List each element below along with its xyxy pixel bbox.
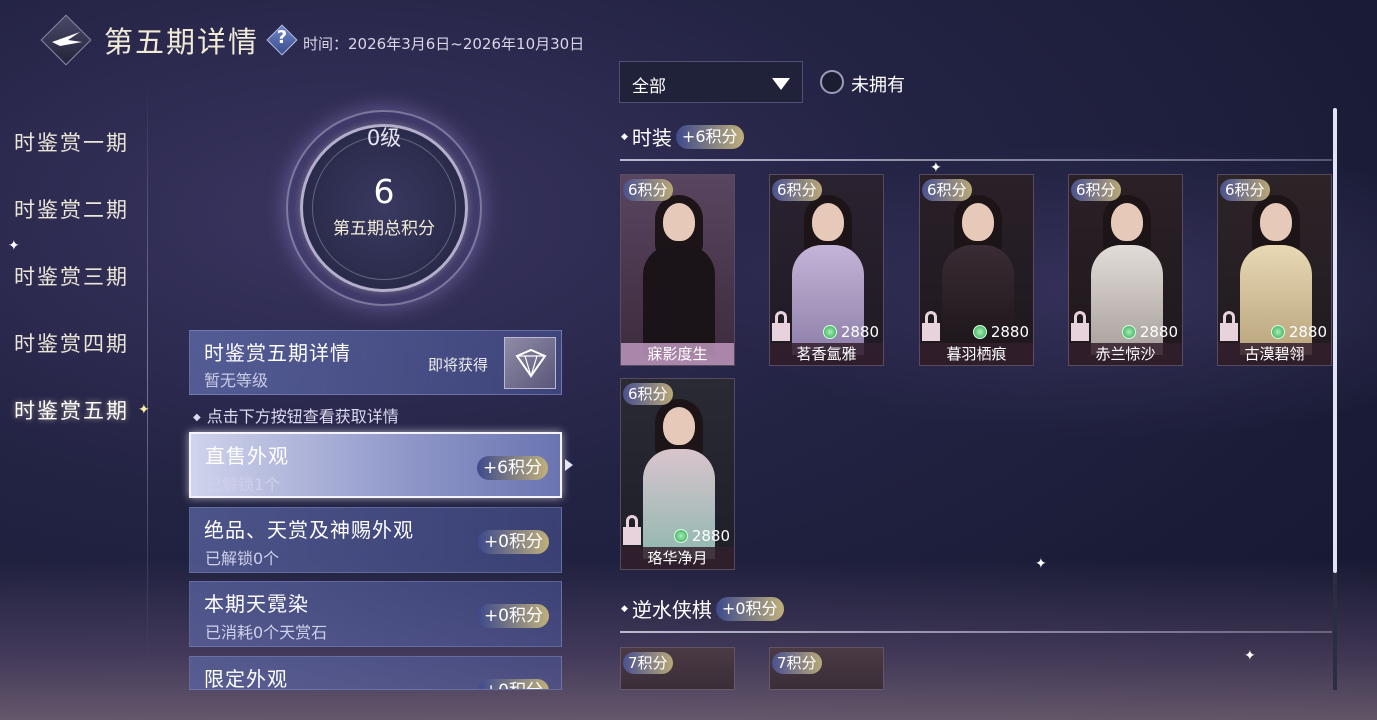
lock-icon bbox=[922, 311, 940, 341]
reward-badge[interactable] bbox=[504, 337, 556, 389]
chess-card[interactable]: 7积分 bbox=[769, 647, 884, 690]
card-points: 6积分 bbox=[922, 179, 972, 201]
jade-coin-icon bbox=[972, 325, 987, 339]
chess-card[interactable]: 7积分 bbox=[620, 647, 735, 690]
card-price: 2880 bbox=[1121, 323, 1178, 341]
scrollbar-thumb[interactable] bbox=[1333, 108, 1337, 573]
upcoming-reward-label: 即将获得 bbox=[428, 356, 489, 374]
card-points: 6积分 bbox=[623, 179, 673, 201]
category-name: 本期天霓染 bbox=[204, 592, 309, 616]
lock-icon bbox=[1071, 311, 1089, 341]
chevron-down-icon bbox=[772, 78, 790, 90]
card-points: 7积分 bbox=[772, 652, 822, 674]
card-points: 6积分 bbox=[772, 179, 822, 201]
section-divider bbox=[620, 631, 1332, 633]
period-detail-card[interactable]: 时鉴赏五期详情 暂无等级 即将获得 bbox=[189, 330, 562, 395]
level-text: 0级 bbox=[366, 126, 402, 150]
section-points: +6积分 bbox=[675, 124, 744, 149]
sparkle-icon: ✦ bbox=[8, 238, 20, 254]
filter-dropdown[interactable]: 全部 bbox=[619, 61, 803, 103]
card-points: 7积分 bbox=[623, 652, 673, 674]
wing-logo-icon bbox=[52, 32, 82, 46]
period-item-1[interactable]: 时鉴赏一期 bbox=[0, 110, 148, 177]
card-name: 赤兰惊沙 bbox=[1069, 343, 1182, 365]
lock-icon bbox=[772, 311, 790, 341]
category-name: 绝品、天赏及神赐外观 bbox=[204, 518, 414, 542]
category-name: 限定外观 bbox=[204, 667, 288, 690]
card-name: 茗香氲雅 bbox=[770, 343, 883, 365]
category-points: +0积分 bbox=[477, 530, 549, 554]
page-title: 第五期详情 bbox=[104, 25, 260, 59]
category-direct-sale[interactable]: 直售外观 已解锁1个 +6积分 bbox=[189, 432, 562, 498]
outfit-card[interactable]: 6积分 2880 古漠碧翎 bbox=[1217, 174, 1332, 366]
card-points: 6积分 bbox=[1071, 179, 1121, 201]
outfit-card[interactable]: 6积分 2880 赤兰惊沙 bbox=[1068, 174, 1183, 366]
section-divider bbox=[620, 159, 1332, 161]
unowned-label: 未拥有 bbox=[851, 75, 905, 96]
category-limited[interactable]: 限定外观 +0积分 bbox=[189, 656, 562, 690]
section-points: +0积分 bbox=[715, 596, 784, 621]
card-name: 珞华净月 bbox=[621, 547, 734, 569]
outfit-card[interactable]: 6积分 2880 暮羽栖痕 bbox=[919, 174, 1034, 366]
category-dye[interactable]: 本期天霓染 已消耗0个天赏石 +0积分 bbox=[189, 581, 562, 647]
help-button[interactable]: ? bbox=[266, 24, 298, 56]
card-price: 2880 bbox=[822, 323, 879, 341]
category-name: 直售外观 bbox=[205, 444, 289, 468]
gem-icon bbox=[515, 348, 547, 378]
sparkle-icon: ✦ bbox=[1035, 556, 1047, 572]
sparkle-icon: ✦ bbox=[138, 402, 150, 418]
lock-icon bbox=[1220, 311, 1238, 341]
card-name: 古漠碧翎 bbox=[1218, 343, 1331, 365]
total-score-label: 第五期总积分 bbox=[333, 219, 435, 239]
section-name: 时装 bbox=[631, 126, 672, 150]
jade-coin-icon bbox=[1270, 325, 1285, 339]
card-name: 寐影度生 bbox=[621, 343, 734, 365]
section-title-fashion: 时装 +6积分 bbox=[621, 122, 744, 151]
category-points: +0积分 bbox=[477, 604, 549, 628]
detail-level: 暂无等级 bbox=[204, 371, 269, 390]
period-item-2[interactable]: 时鉴赏二期 bbox=[0, 177, 148, 244]
category-status: 已消耗0个天赏石 bbox=[205, 623, 328, 642]
period-item-4[interactable]: 时鉴赏四期 bbox=[0, 311, 148, 378]
period-list: 时鉴赏一期 时鉴赏二期 时鉴赏三期 时鉴赏四期 时鉴赏五期 bbox=[0, 110, 148, 445]
category-points: +6积分 bbox=[476, 456, 548, 480]
jade-coin-icon bbox=[1121, 325, 1136, 339]
detail-title: 时鉴赏五期详情 bbox=[204, 341, 351, 365]
card-price: 2880 bbox=[673, 527, 730, 545]
selected-arrow-icon bbox=[565, 459, 573, 471]
card-points: 6积分 bbox=[623, 383, 673, 405]
category-status: 已解锁0个 bbox=[205, 549, 280, 568]
section-name: 逆水侠棋 bbox=[631, 598, 712, 622]
card-price: 2880 bbox=[972, 323, 1029, 341]
outfit-card[interactable]: 6积分 2880 茗香氲雅 bbox=[769, 174, 884, 366]
period-item-3[interactable]: 时鉴赏三期 bbox=[0, 244, 148, 311]
sparkle-icon: ✦ bbox=[1244, 648, 1256, 664]
period-date: 时间：2026年3月6日~2026年10月30日 bbox=[303, 34, 585, 53]
total-score: 6 bbox=[373, 172, 395, 211]
card-name: 暮羽栖痕 bbox=[920, 343, 1033, 365]
filter-value: 全部 bbox=[632, 77, 666, 97]
back-logo-button[interactable] bbox=[40, 14, 92, 66]
card-price: 2880 bbox=[1270, 323, 1327, 341]
hint-text: 点击下方按钮查看获取详情 bbox=[193, 403, 399, 427]
card-points: 6积分 bbox=[1220, 179, 1270, 201]
question-icon: ? bbox=[276, 27, 288, 48]
outfit-card[interactable]: 6积分 寐影度生 bbox=[620, 174, 735, 366]
jade-coin-icon bbox=[822, 325, 837, 339]
category-premium[interactable]: 绝品、天赏及神赐外观 已解锁0个 +0积分 bbox=[189, 507, 562, 573]
jade-coin-icon bbox=[673, 529, 688, 543]
section-title-chess: 逆水侠棋 +0积分 bbox=[621, 594, 784, 623]
category-points: +0积分 bbox=[477, 679, 549, 689]
lock-icon bbox=[623, 515, 641, 545]
outfit-card[interactable]: 6积分 2880 珞华净月 bbox=[620, 378, 735, 570]
category-status: 已解锁1个 bbox=[206, 475, 281, 494]
period-item-5[interactable]: 时鉴赏五期 bbox=[0, 378, 148, 445]
unowned-radio[interactable] bbox=[820, 70, 844, 94]
header: 第五期详情 ? 时间：2026年3月6日~2026年10月30日 bbox=[40, 14, 584, 66]
score-ring: 0级 6 第五期总积分 bbox=[286, 110, 482, 306]
